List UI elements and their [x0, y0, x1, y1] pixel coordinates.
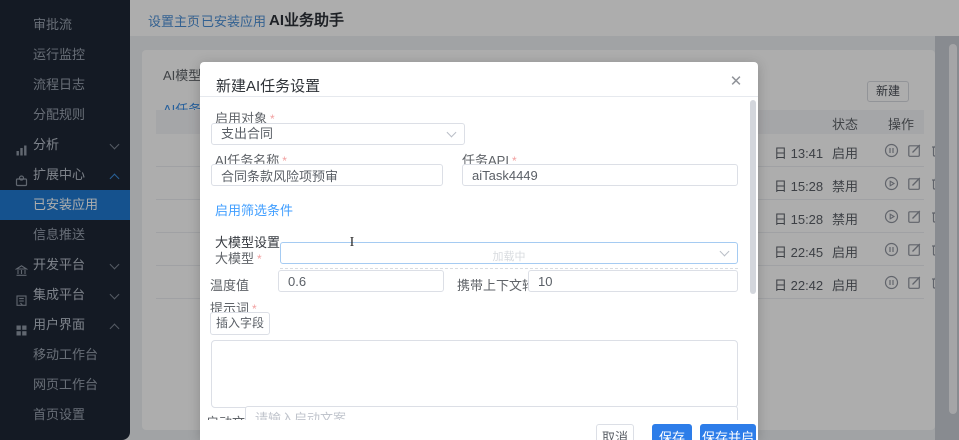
dialog-scrollbar[interactable] — [750, 100, 756, 294]
prompt-textarea[interactable] — [211, 340, 738, 408]
enable-filter-link[interactable]: 启用筛选条件 — [215, 200, 293, 219]
model-label: 大模型 — [215, 248, 262, 267]
enable-object-select[interactable]: 支出合同 — [211, 123, 465, 145]
task-name-input[interactable] — [211, 164, 443, 186]
save-and-enable-button[interactable]: 保存并启用 — [700, 424, 756, 440]
insert-field-button[interactable]: 插入字段 — [210, 312, 270, 335]
temperature-label: 温度值 — [210, 275, 249, 294]
task-api-input[interactable] — [462, 164, 738, 186]
text-cursor: I — [347, 236, 357, 250]
new-ai-task-dialog: 新建AI任务设置 ✕ 启用对象 支出合同 AI任务名称 任务API 启用筛选条件… — [200, 62, 758, 440]
save-button[interactable]: 保存 — [652, 424, 692, 440]
dialog-footer: 取消 保存 保存并启用 — [200, 420, 758, 440]
app-screen: 设置主页 › 已安装应用 › AI业务助手 AI模型 AI任务 新建 状态 操作… — [0, 0, 959, 440]
enable-object-value: 支出合同 — [221, 126, 273, 141]
context-rounds-input[interactable] — [528, 270, 738, 292]
dialog-title: 新建AI任务设置 — [216, 75, 320, 96]
dropdown-divider — [280, 268, 738, 269]
chevron-down-icon — [447, 128, 457, 138]
model-loading-text: 加载中 — [281, 247, 737, 267]
dialog-header-divider — [200, 96, 758, 97]
cancel-button[interactable]: 取消 — [596, 424, 634, 440]
close-icon[interactable]: ✕ — [728, 74, 744, 90]
temperature-input[interactable] — [278, 270, 444, 292]
